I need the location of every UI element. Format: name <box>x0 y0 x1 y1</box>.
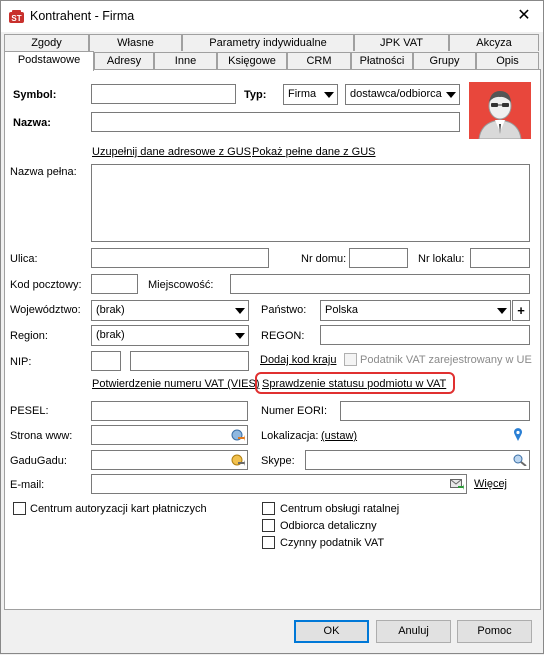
pesel-input[interactable] <box>91 401 248 421</box>
lokalizacja-set-link[interactable]: (ustaw) <box>321 430 357 442</box>
regon-input[interactable] <box>320 325 530 345</box>
nazwa-label: Nazwa: <box>13 117 51 129</box>
wiecej-link[interactable]: Więcej <box>474 478 507 490</box>
miejscowosc-label: Miejscowość: <box>148 279 214 291</box>
wojewodztwo-select[interactable]: (brak) <box>91 300 249 321</box>
nr-domu-input[interactable] <box>349 248 408 268</box>
nazwa-pelna-label: Nazwa pełna: <box>10 166 77 178</box>
odbiorca-detaliczny-checkbox[interactable] <box>262 519 275 532</box>
chevron-down-icon <box>324 92 334 98</box>
cor-checkbox[interactable] <box>262 502 275 515</box>
cakp-checkbox[interactable] <box>13 502 26 515</box>
chevron-down-icon <box>446 92 456 98</box>
pesel-label: PESEL: <box>10 405 49 417</box>
skype-input[interactable] <box>305 450 530 470</box>
nr-domu-label: Nr domu: <box>301 253 347 265</box>
gus-fill-link[interactable]: Uzupełnij dane adresowe z GUS <box>92 146 251 158</box>
czynny-vat-label: Czynny podatnik VAT <box>280 537 385 549</box>
eori-input[interactable] <box>340 401 530 421</box>
ulica-label: Ulica: <box>10 253 38 265</box>
typ-value: Firma <box>288 88 317 100</box>
panstwo-value: Polska <box>325 304 359 316</box>
region-value: (brak) <box>96 329 125 341</box>
symbol-label: Symbol: <box>13 89 57 101</box>
nip-prefix-input[interactable] <box>91 351 121 371</box>
nazwa-input[interactable] <box>91 112 460 132</box>
nr-lokalu-label: Nr lokalu: <box>418 253 465 265</box>
region-select[interactable]: (brak) <box>91 325 249 346</box>
vat-ue-checkbox[interactable] <box>344 353 357 366</box>
mail-icon[interactable] <box>450 478 464 490</box>
gadugadu-label: GaduGadu: <box>10 455 67 467</box>
region-label: Region: <box>10 330 48 342</box>
typ-select[interactable]: Firma <box>283 84 338 105</box>
avatar-figure <box>478 91 522 139</box>
vat-ue-label: Podatnik VAT zarejestrowany w UE <box>360 354 532 366</box>
odbiorca-detaliczny-label: Odbiorca detaliczny <box>280 520 377 532</box>
rodzaj-value: dostawca/odbiorca <box>350 88 442 100</box>
vies-link[interactable]: Potwierdzenie numeru VAT (VIES) <box>92 378 260 390</box>
lokalizacja-label: Lokalizacja: <box>261 430 319 442</box>
cancel-button[interactable]: Anuluj <box>376 620 451 643</box>
wojewodztwo-label: Województwo: <box>10 304 81 316</box>
cakp-label: Centrum autoryzacji kart płatniczych <box>30 503 207 515</box>
gadugadu-icon[interactable] <box>231 454 245 466</box>
chevron-down-icon <box>497 308 507 314</box>
nip-label: NIP: <box>10 356 32 368</box>
email-input[interactable] <box>91 474 467 494</box>
user-avatar-icon[interactable] <box>469 82 531 139</box>
panstwo-select[interactable]: Polska <box>320 300 511 321</box>
gus-full-link[interactable]: Pokaż pełne dane z GUS <box>252 146 376 158</box>
kod-pocztowy-input[interactable] <box>91 274 138 294</box>
pin-icon[interactable] <box>513 428 523 442</box>
panstwo-label: Państwo: <box>261 304 307 316</box>
gadugadu-input[interactable] <box>91 450 248 470</box>
regon-label: REGON: <box>261 330 305 342</box>
globe-arrow-icon[interactable] <box>231 429 245 441</box>
czynny-vat-checkbox[interactable] <box>262 536 275 549</box>
eori-label: Numer EORI: <box>261 405 328 417</box>
status-link-highlight <box>255 372 455 394</box>
www-label: Strona www: <box>10 430 73 442</box>
add-country-button[interactable]: + <box>512 300 530 321</box>
nip-input[interactable] <box>130 351 249 371</box>
nr-lokalu-input[interactable] <box>470 248 530 268</box>
ok-button[interactable]: OK <box>294 620 369 643</box>
nazwa-pelna-textarea[interactable] <box>91 164 530 242</box>
typ-label: Typ: <box>244 89 267 101</box>
dialog-window: ST Kontrahent - Firma ✕ Zgody Własne Par… <box>0 0 544 654</box>
search-icon[interactable] <box>513 454 527 466</box>
www-input[interactable] <box>91 425 248 445</box>
chevron-down-icon <box>235 308 245 314</box>
miejscowosc-input[interactable] <box>230 274 530 294</box>
help-button[interactable]: Pomoc <box>457 620 532 643</box>
cor-label: Centrum obsługi ratalnej <box>280 503 400 515</box>
kod-pocztowy-label: Kod pocztowy: <box>10 279 82 291</box>
wojewodztwo-value: (brak) <box>96 304 125 316</box>
symbol-input[interactable] <box>91 84 236 104</box>
rodzaj-select[interactable]: dostawca/odbiorca <box>345 84 460 105</box>
dodaj-kod-kraju-link[interactable]: Dodaj kod kraju <box>260 354 336 366</box>
chevron-down-icon <box>235 333 245 339</box>
email-label: E-mail: <box>10 479 45 491</box>
skype-label: Skype: <box>261 455 295 467</box>
ulica-input[interactable] <box>91 248 269 268</box>
